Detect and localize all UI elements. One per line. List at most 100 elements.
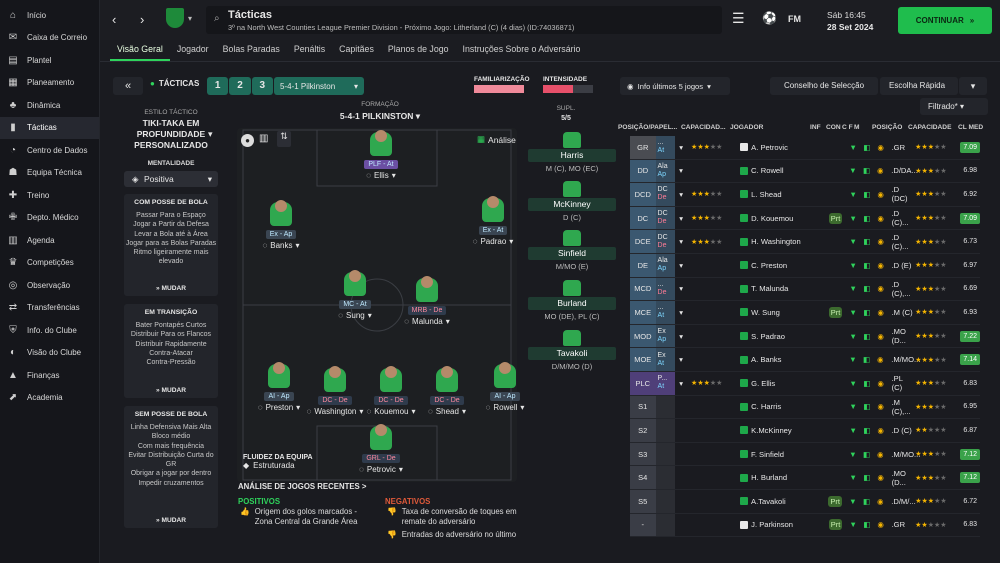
table-row[interactable]: MOE Ex At ▾ A. Banks ▼ ◧ ◉ .M/MO... ★★★★★ 7.14 [630, 348, 980, 372]
role-cell[interactable]: DC De [655, 206, 676, 230]
position-cell[interactable]: DCE [630, 230, 656, 253]
table-row[interactable]: MCD... De ▾ T. Malunda ▼ ◧ ◉ .D (C),... ★★★★★ 6.6… [630, 277, 980, 302]
player-cell[interactable]: F. Sinfield [740, 450, 824, 459]
player-cell[interactable]: J. Parkinson [740, 520, 825, 529]
player-cell[interactable]: D. Kouemou [740, 214, 825, 223]
player-cell[interactable]: K.McKinney [740, 426, 825, 435]
sidebar-item-mail[interactable]: ✉ Caixa de Correio [0, 27, 99, 50]
role-cell[interactable]: Ex Ap [655, 324, 676, 348]
chevron-down-icon[interactable]: ▾ [675, 332, 687, 341]
sidebar-item-medical[interactable]: ✙ Depto. Médico [0, 207, 99, 230]
role-cell[interactable] [655, 395, 676, 419]
column-header[interactable]: C F [842, 124, 853, 131]
player-role[interactable]: DC - De [318, 396, 352, 405]
player-cell[interactable]: H. Washington [740, 237, 825, 246]
forward-icon[interactable]: › [140, 12, 144, 27]
player-role[interactable]: MC - At [339, 300, 371, 309]
sidebar-item-staff[interactable]: ☗ Equipa Técnica [0, 162, 99, 185]
sidebar-item-data[interactable]: ◔ Centro de Dados [0, 139, 99, 162]
sidebar-item-vision[interactable]: ◐ Visão do Clube [0, 342, 99, 365]
position-cell[interactable]: MOD [630, 324, 656, 348]
analysis-button[interactable]: ▦ Análise [477, 134, 516, 145]
sidebar-item-squad[interactable]: ▤ Plantel [0, 49, 99, 72]
chevron-down-icon[interactable]: ▾ [675, 308, 687, 317]
sub-player[interactable]: Harris M (C), MO (EC) [528, 132, 616, 173]
club-badge-icon[interactable] [166, 8, 184, 28]
player-role[interactable]: PLF - At [364, 160, 398, 169]
analysis-item[interactable]: 👍 Origem dos golos marcados - Zona Centra… [240, 507, 375, 527]
chevron-down-icon[interactable]: ▾ [675, 379, 687, 388]
tab-1[interactable]: Jogador [170, 40, 216, 61]
analysis-item[interactable]: 👎 Entradas do adversário no último [387, 530, 522, 540]
player-role[interactable]: AI - Ap [490, 392, 520, 401]
collapse-button[interactable]: « [113, 77, 143, 95]
player-cell[interactable]: W. Sung [740, 308, 825, 317]
chevron-down-icon[interactable]: ▾ [675, 355, 687, 364]
table-row[interactable]: - J. Parkinson Prt ▼ ◧ ◉ .GR ★★★★★ 6.83 [630, 513, 980, 538]
player-role[interactable]: AI - Ap [264, 392, 294, 401]
quick-pick-button[interactable]: Escolha Rápida [880, 77, 958, 95]
pitch-player[interactable]: MC - At ◌ Sung ▾ [319, 270, 391, 320]
position-cell[interactable]: MOE [630, 348, 656, 371]
menu-icon[interactable]: ☰ [732, 10, 745, 27]
role-cell[interactable] [655, 490, 676, 513]
pitch-player[interactable]: GRL - De ◌ Petrovic ▾ [345, 424, 417, 474]
table-row[interactable]: S2 K.McKinney ▼ ◧ ◉ .D (C) ★★★★★ 6.87 [630, 419, 980, 443]
tab-6[interactable]: Instruções Sobre o Adversário [456, 40, 588, 61]
position-cell[interactable]: S1 [630, 395, 656, 419]
table-row[interactable]: DCE DC De ▾ ★★★★★ H. Washington ▼ ◧ ◉ .D (C)... ★★… [630, 230, 980, 254]
role-cell[interactable] [655, 466, 676, 489]
role-cell[interactable]: DC De [655, 230, 676, 253]
player-cell[interactable]: A.Tavakoli [740, 497, 824, 506]
position-cell[interactable]: DC [630, 206, 656, 230]
sidebar-item-tactics[interactable]: ▮ Tácticas [0, 116, 99, 139]
role-cell[interactable] [655, 419, 676, 442]
player-cell[interactable]: A. Petrovic [740, 143, 825, 152]
column-header[interactable]: POSIÇÃO [872, 124, 902, 131]
role-cell[interactable]: ... At [655, 136, 676, 159]
player-cell[interactable]: L. Shead [740, 190, 825, 199]
position-cell[interactable]: PLC [630, 372, 656, 395]
transition-change-button[interactable]: » MUDAR [124, 387, 218, 394]
chevron-down-icon[interactable]: ▾ [675, 214, 687, 223]
player-cell[interactable]: H. Burland [740, 473, 825, 482]
style-name[interactable]: TIKI-TAKA EM PROFUNDIDADE PERSONALIZADO [124, 118, 218, 151]
tab-0[interactable]: Visão Geral [110, 40, 170, 61]
table-row[interactable]: MCE... At ▾ W. Sung Prt ▼ ◧ ◉ .M (C) ★★★★★ 6.93 [630, 301, 980, 325]
player-role[interactable]: Ex - At [478, 226, 508, 235]
chevron-down-icon[interactable]: ▾ [675, 143, 687, 152]
sidebar-item-calendar[interactable]: ▦ Planeamento [0, 72, 99, 95]
role-cell[interactable] [655, 442, 676, 466]
sidebar-item-finance[interactable]: ▲ Finanças [0, 364, 99, 387]
column-header[interactable]: CAPACIDADE [908, 124, 951, 131]
analysis-item[interactable]: 👎 Taxa de conversão de toques em remate d… [387, 507, 522, 527]
role-cell[interactable]: ... At [655, 301, 676, 324]
role-cell[interactable]: DC De [655, 183, 676, 206]
role-cell[interactable]: P... At [655, 372, 676, 395]
in-possession-change-button[interactable]: » MUDAR [124, 285, 218, 292]
position-cell[interactable]: MCD [630, 277, 656, 301]
column-header[interactable]: POSIÇÃO/PAPEL... [618, 124, 677, 131]
formation-select[interactable]: 5-4-1 Pilkinston ▾ [274, 77, 364, 95]
position-cell[interactable]: S5 [630, 490, 656, 513]
sidebar-item-training[interactable]: ✚ Treino [0, 184, 99, 207]
tab-3[interactable]: Penáltis [287, 40, 332, 61]
player-cell[interactable]: T. Malunda [740, 284, 825, 293]
sidebar-item-agenda[interactable]: ▥ Agenda [0, 229, 99, 252]
table-row[interactable]: DCD DC De ▾ ★★★★★ L. Shead ▼ ◧ ◉ .D (DC) ★★★★★ 6.92 [630, 183, 980, 207]
sub-player[interactable]: Sinfield M/MO (E) [528, 230, 616, 271]
chevron-down-icon[interactable]: ▾ [675, 284, 687, 293]
formation-name-select[interactable]: 5-4-1 PILKINSTON ▾ [330, 111, 430, 122]
sidebar-item-club[interactable]: ⛨ Info. do Clube [0, 319, 99, 342]
player-cell[interactable]: C. Rowell [740, 166, 824, 175]
player-role[interactable]: GRL - De [362, 454, 400, 463]
table-row[interactable]: DD Ala Ap ▾ C. Rowell ▼ ◧ ◉ .D/DA... ★★★★★ 6.98 [630, 159, 980, 184]
player-cell[interactable]: C. Harris [740, 402, 825, 411]
sub-player[interactable]: McKinney D (C) [528, 181, 616, 222]
mentality-select[interactable]: ◈ Positiva ▾ [124, 171, 218, 187]
sidebar-item-trophy[interactable]: ♛ Competições [0, 252, 99, 275]
chevron-down-icon[interactable]: ▾ [188, 14, 192, 23]
sidebar-item-home[interactable]: ⌂ Início [0, 4, 99, 27]
position-cell[interactable]: S3 [630, 442, 656, 466]
position-cell[interactable]: S4 [630, 466, 656, 489]
